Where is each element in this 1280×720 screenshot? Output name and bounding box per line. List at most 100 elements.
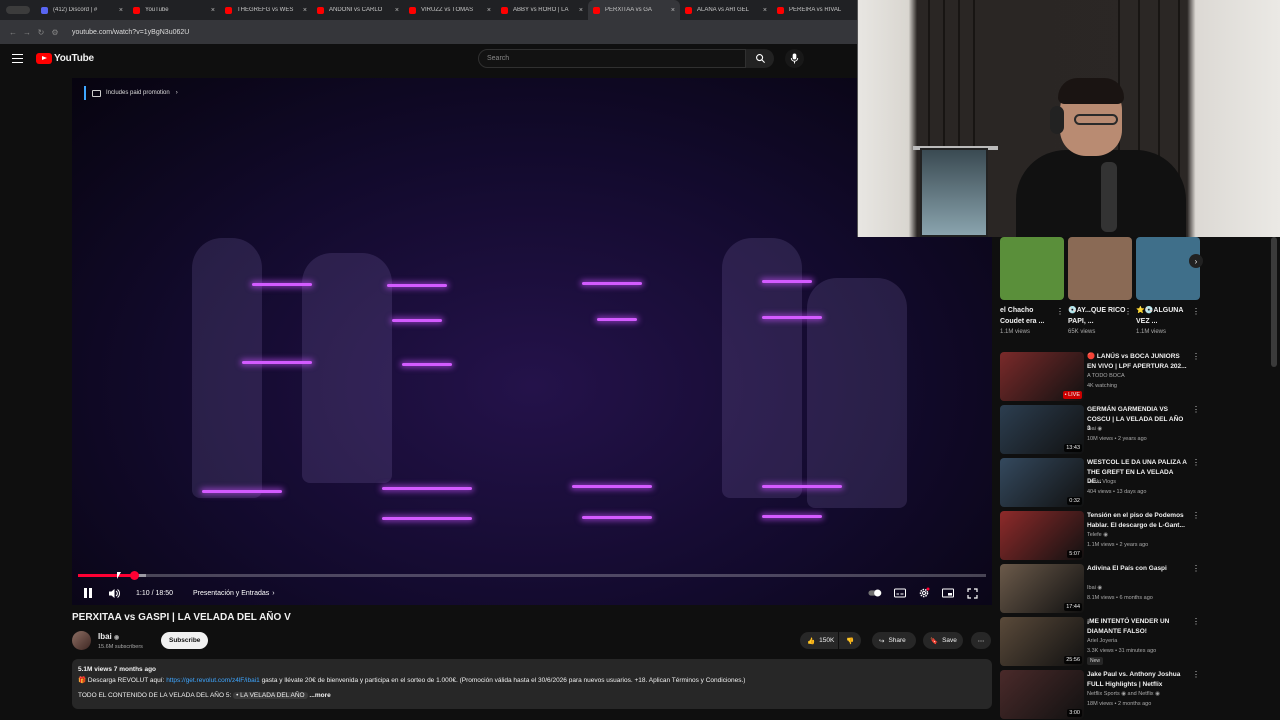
autoplay-toggle[interactable]: [868, 586, 882, 600]
video-title-link[interactable]: Adivina El País con Gaspi: [1087, 564, 1187, 574]
video-thumbnail[interactable]: 3:00: [1000, 670, 1084, 719]
tab-close-icon[interactable]: ×: [671, 7, 675, 14]
playlist-link[interactable]: • LA VELADA DEL AÑO: [233, 692, 308, 699]
recommended-video[interactable]: 5:07 Tensión en el piso de Podemos Hablar…: [1000, 511, 1200, 561]
video-thumbnail[interactable]: 17:44: [1000, 564, 1084, 613]
browser-tab[interactable]: (412) Discord | # ×: [36, 0, 128, 20]
video-thumbnail[interactable]: 5:07: [1000, 511, 1084, 560]
browser-tab[interactable]: VIRUZZ vs TOMÁS ×: [404, 0, 496, 20]
recommended-video[interactable]: • LIVE 🔴 LANÚS vs BOCA JUNIORS EN VIVO | …: [1000, 352, 1200, 402]
miniplayer-button[interactable]: [941, 586, 955, 600]
short-title[interactable]: ⭐💿ALGUNA VEZ ...: [1136, 305, 1194, 327]
fullscreen-button[interactable]: [965, 586, 979, 600]
more-vertical-icon[interactable]: ⋮: [1192, 617, 1200, 626]
recommended-video[interactable]: 17:44 Adivina El País con Gaspi Ibai ◉ 8.1M…: [1000, 564, 1200, 614]
save-button[interactable]: 🔖 Save: [923, 632, 963, 649]
recommended-video[interactable]: 0:32 WESTCOL LE DA UNA PALIZA A THE GREFT…: [1000, 458, 1200, 508]
tab-close-icon[interactable]: ×: [395, 7, 399, 14]
tab-close-icon[interactable]: ×: [211, 7, 215, 14]
youtube-logo[interactable]: YouTube: [36, 53, 94, 64]
ring-light: [582, 516, 652, 519]
more-vertical-icon[interactable]: ⋮: [1056, 307, 1064, 316]
channel-avatar[interactable]: [72, 631, 91, 650]
channel-name[interactable]: Ibai ◉: [98, 632, 119, 641]
like-button[interactable]: 👍 150K: [800, 632, 838, 649]
video-channel[interactable]: A TODO BOCA: [1087, 373, 1125, 379]
video-title-link[interactable]: Tensión en el piso de Podemos Hablar. El…: [1087, 511, 1187, 530]
search-button[interactable]: [746, 49, 774, 68]
video-title-link[interactable]: Jake Paul vs. Anthony Joshua FULL Highli…: [1087, 670, 1187, 689]
video-player[interactable]: Includes paid promotion › 1:10 / 18:50 P…: [72, 78, 992, 605]
menu-icon[interactable]: [12, 54, 23, 63]
tab-close-icon[interactable]: ×: [303, 7, 307, 14]
window-controls[interactable]: [0, 0, 36, 20]
short-thumbnail[interactable]: [1136, 237, 1200, 300]
video-channel[interactable]: Ariel Joyeria: [1087, 638, 1117, 644]
more-actions-button[interactable]: ⋯: [971, 632, 991, 649]
page-scrollbar[interactable]: [1271, 237, 1277, 367]
show-more-link[interactable]: ...more: [309, 692, 330, 699]
more-vertical-icon[interactable]: ⋮: [1192, 458, 1200, 467]
short-thumbnail[interactable]: [1068, 237, 1132, 300]
short-thumbnail[interactable]: [1000, 237, 1064, 300]
video-channel[interactable]: Netflix Sports ◉ and Netflix ◉: [1087, 691, 1160, 697]
settings-button[interactable]: [917, 586, 931, 600]
video-thumbnail[interactable]: 13:43: [1000, 405, 1084, 454]
forward-icon[interactable]: →: [20, 28, 34, 37]
tab-close-icon[interactable]: ×: [763, 7, 767, 14]
browser-tab[interactable]: ALANA vs ARI GEL ×: [680, 0, 772, 20]
more-vertical-icon[interactable]: ⋮: [1192, 511, 1200, 520]
tab-close-icon[interactable]: ×: [487, 7, 491, 14]
subtitles-button[interactable]: [893, 586, 907, 600]
revolut-link[interactable]: https://get.revolut.com/z4lF/ibai1: [166, 677, 260, 684]
browser-tab[interactable]: THEGREFG vs WES ×: [220, 0, 312, 20]
more-horizontal-icon: ⋯: [977, 637, 985, 645]
progress-bar[interactable]: [78, 571, 986, 580]
video-channel[interactable]: Haski Vlogs: [1087, 479, 1116, 485]
more-vertical-icon[interactable]: ⋮: [1192, 670, 1200, 679]
recommended-video[interactable]: 3:00 Jake Paul vs. Anthony Joshua FULL Hi…: [1000, 670, 1200, 720]
browser-tab[interactable]: ABBY vs RORO | LA ×: [496, 0, 588, 20]
description-box[interactable]: 5.1M views 7 months ago 🎁 Descarga REVOL…: [72, 659, 992, 709]
reload-icon[interactable]: ↻: [34, 28, 48, 37]
video-title-link[interactable]: 🔴 LANÚS vs BOCA JUNIORS EN VIVO | LPF AP…: [1087, 352, 1187, 371]
short-title[interactable]: 💿AY...QUE RICO PAPI, ...: [1068, 305, 1126, 327]
recommended-video[interactable]: 25:56 ¡ME INTENTÓ VENDER UN DIAMANTE FALS…: [1000, 617, 1200, 667]
more-vertical-icon[interactable]: ⋮: [1192, 405, 1200, 414]
recommendations-sidebar: el Chacho Coudet era ... ⋮ 1.1M views 💿AY..…: [1000, 237, 1280, 720]
more-vertical-icon[interactable]: ⋮: [1192, 307, 1200, 316]
video-channel[interactable]: Ibai ◉: [1087, 585, 1102, 591]
shorts-next-button[interactable]: ›: [1189, 254, 1203, 268]
short-title[interactable]: el Chacho Coudet era ...: [1000, 305, 1058, 327]
browser-tab[interactable]: PERXITAA vs GA ×: [588, 0, 680, 20]
tab-close-icon[interactable]: ×: [579, 7, 583, 14]
volume-button[interactable]: [108, 588, 120, 599]
back-icon[interactable]: ←: [6, 28, 20, 37]
site-info-icon[interactable]: ⚙: [48, 28, 62, 37]
dislike-button[interactable]: 👎: [839, 632, 861, 649]
url-field[interactable]: youtube.com/watch?v=1yBgN3u062U: [72, 29, 189, 36]
more-vertical-icon[interactable]: ⋮: [1192, 564, 1200, 573]
search-input[interactable]: Search: [478, 49, 746, 68]
video-thumbnail[interactable]: • LIVE: [1000, 352, 1084, 401]
voice-search-button[interactable]: [785, 49, 804, 68]
scrubber-handle[interactable]: [129, 571, 139, 580]
video-title-link[interactable]: ¡ME INTENTÓ VENDER UN DIAMANTE FALSO!: [1087, 617, 1187, 636]
tab-close-icon[interactable]: ×: [119, 7, 123, 14]
more-vertical-icon[interactable]: ⋮: [1124, 307, 1132, 316]
video-channel[interactable]: Ibai ◉: [1087, 426, 1102, 432]
video-thumbnail[interactable]: 0:32: [1000, 458, 1084, 507]
browser-tab[interactable]: YouTube ×: [128, 0, 220, 20]
browser-tab[interactable]: PEREIRA vs RIVAL: [772, 0, 864, 20]
pause-button[interactable]: [84, 588, 93, 598]
subscribe-button[interactable]: Subscribe: [161, 632, 209, 649]
paid-promotion-banner[interactable]: Includes paid promotion ›: [84, 86, 178, 100]
more-vertical-icon[interactable]: ⋮: [1192, 352, 1200, 361]
video-thumbnail[interactable]: 25:56: [1000, 617, 1084, 666]
chapter-title[interactable]: Presentación y Entradas ›: [193, 590, 275, 597]
share-button[interactable]: ↪ Share: [872, 632, 916, 649]
browser-tab[interactable]: ANDONI vs CARLO ×: [312, 0, 404, 20]
recommended-video[interactable]: 13:43 GERMÁN GARMENDIA VS COSCU | LA VELA…: [1000, 405, 1200, 455]
video-channel[interactable]: Telefe ◉: [1087, 532, 1108, 538]
tab-favicon-icon: [41, 6, 48, 14]
